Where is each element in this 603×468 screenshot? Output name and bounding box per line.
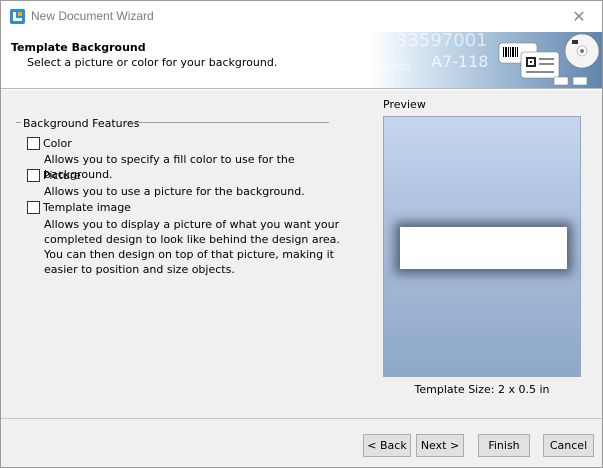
template-size-text: Template Size: 2 x 0.5 in	[414, 383, 550, 396]
app-logo-icon	[10, 9, 25, 24]
color-checkbox[interactable]	[27, 137, 40, 150]
banner-code: A7-118	[431, 52, 488, 71]
color-option-label[interactable]: Color	[43, 137, 72, 150]
close-icon[interactable]: ✕	[556, 1, 602, 32]
page-title: Template Background	[11, 41, 146, 54]
preview-label-shape	[400, 227, 567, 269]
banner-small-text: 38000	[381, 63, 410, 73]
banner-number: 33597001	[396, 32, 488, 51]
preview-label: Preview	[383, 98, 426, 111]
picture-checkbox[interactable]	[27, 169, 40, 182]
color-option-description: Allows you to specify a fill color to us…	[44, 153, 295, 181]
finish-button[interactable]: Finish	[478, 434, 530, 457]
group-border-left	[16, 122, 21, 123]
title-bar: New Document Wizard ✕	[1, 1, 602, 32]
footer-divider	[1, 418, 602, 419]
picture-option-description: Allows you to use a picture for the back…	[44, 185, 305, 198]
disc-label-icon	[564, 33, 600, 69]
wizard-window: New Document Wizard ✕ Template Backgroun…	[0, 0, 603, 468]
wizard-header: Template Background Select a picture or …	[1, 32, 602, 88]
template-image-option-label[interactable]: Template image	[43, 201, 131, 214]
next-button[interactable]: Next >	[416, 434, 464, 457]
header-divider-highlight	[1, 89, 602, 90]
picture-option-label[interactable]: Picture	[43, 169, 81, 182]
template-image-checkbox[interactable]	[27, 201, 40, 214]
address-label-icon	[520, 51, 560, 79]
template-image-option-description: Allows you to display a picture of what …	[44, 218, 340, 276]
window-title: New Document Wizard	[31, 9, 154, 23]
group-border	[129, 122, 329, 123]
header-banner-image: 33597001 A7-118 38000	[371, 32, 602, 88]
back-button[interactable]: < Back	[363, 434, 411, 457]
group-label: Background Features	[23, 117, 140, 130]
cancel-button[interactable]: Cancel	[543, 434, 594, 457]
preview-pane	[383, 116, 581, 377]
page-subtitle: Select a picture or color for your backg…	[27, 56, 278, 69]
